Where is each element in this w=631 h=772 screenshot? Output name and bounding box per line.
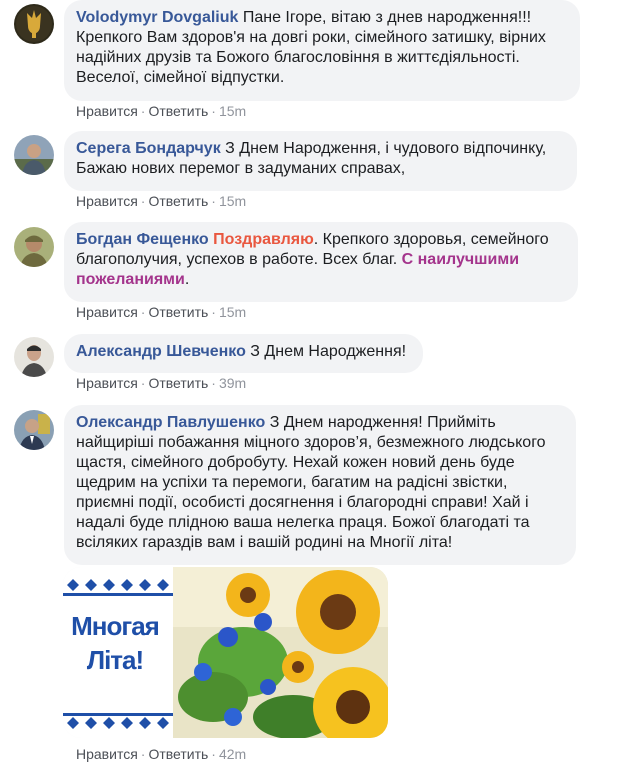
person-photo-icon <box>14 337 54 377</box>
highlighted-phrase: С наилучшими <box>401 251 520 268</box>
comment-timestamp[interactable]: 15m <box>219 193 246 209</box>
comment-text: Пане Ігоре, вітаю з днев народження!!! <box>238 9 532 26</box>
comment-text: всіляких гараздів вам і вашій родині на … <box>76 534 453 551</box>
comment-timestamp[interactable]: 15m <box>219 304 246 320</box>
separator: · <box>140 375 146 391</box>
separator: · <box>211 375 216 391</box>
comment-text: З Днем Народження, і чудового відпочинку… <box>220 140 547 157</box>
reply-link[interactable]: Ответить <box>148 193 208 209</box>
comment-text: благополучия, успехов в работе. Всех бла… <box>76 251 402 268</box>
comment-actions: Нравится · Ответить · 15m <box>76 303 246 321</box>
avatar[interactable] <box>14 410 54 450</box>
comment-actions: Нравится · Ответить · 42m <box>76 745 246 763</box>
comment-bubble: Серега Бондарчук З Днем Народження, і чу… <box>64 131 577 191</box>
card-greeting-line: Літа! <box>86 645 144 675</box>
comment-bubble: Александр Шевченко З Днем Народження! <box>64 334 423 373</box>
comment-bubble: Богдан Фещенко Поздравляю. Крепкого здор… <box>64 222 578 302</box>
card-greeting-text: Многая Літа! <box>69 609 161 677</box>
comment-actions: Нравится · Ответить · 15m <box>76 192 246 210</box>
comment-timestamp[interactable]: 15m <box>219 103 246 119</box>
comment-author[interactable]: Серега Бондарчук <box>76 140 221 157</box>
comment-text: щастя, сімейного добробуту. Нехай кожен … <box>76 454 515 471</box>
separator: · <box>211 193 216 209</box>
person-photo-icon <box>14 227 54 267</box>
comment-text: надійних друзів та Божого благословіння … <box>76 49 520 66</box>
like-link[interactable]: Нравится <box>76 193 138 209</box>
comment-actions: Нравится · Ответить · 39m <box>76 374 246 392</box>
separator: · <box>211 103 216 119</box>
like-link[interactable]: Нравится <box>76 103 138 119</box>
comment-text: приємні події, особисті досягнення і бла… <box>76 494 529 511</box>
person-photo-icon <box>14 410 54 450</box>
separator: · <box>211 746 216 762</box>
avatar[interactable] <box>14 4 54 44</box>
comment-text: щедрим на успіхи та перемоги, багатим на… <box>76 474 508 491</box>
comment-text: надалі буде плідною ваша нелегка праця. … <box>76 514 530 531</box>
avatar[interactable] <box>14 135 54 175</box>
comment-actions: Нравится · Ответить · 15m <box>76 102 246 120</box>
comment-text: . <box>184 271 190 288</box>
highlighted-word: Поздравляю <box>213 231 314 248</box>
comment-author[interactable]: Богдан Фещенко <box>76 231 209 248</box>
comment-text: З Днем народження! Прийміть <box>265 414 496 431</box>
comment-text: . Крепкого здоровья, семейного <box>313 231 549 248</box>
avatar[interactable] <box>14 337 54 377</box>
reply-link[interactable]: Ответить <box>148 304 208 320</box>
separator: · <box>211 304 216 320</box>
like-link[interactable]: Нравится <box>76 746 138 762</box>
comment-text: найщиріші побажання міцного здоров’я, бе… <box>76 434 546 451</box>
reply-link[interactable]: Ответить <box>148 746 208 762</box>
separator: · <box>140 103 146 119</box>
comment-bubble: Volodymyr Dovgaliuk Пане Ігоре, вітаю з … <box>64 0 580 101</box>
comment-author[interactable]: Александр Шевченко <box>76 343 246 360</box>
comment-text: Крепкого Вам здоров'я на довгі роки, сім… <box>76 29 546 46</box>
like-link[interactable]: Нравится <box>76 375 138 391</box>
like-link[interactable]: Нравится <box>76 304 138 320</box>
separator: · <box>140 304 146 320</box>
comment-author[interactable]: Volodymyr Dovgaliuk <box>76 9 238 26</box>
comment-text: Веселої, сімейної відпустки. <box>76 69 285 86</box>
separator: · <box>140 193 146 209</box>
comment-text: Бажаю нових перемог в задуманих справах, <box>76 160 406 177</box>
comment-timestamp[interactable]: 42m <box>219 746 246 762</box>
card-greeting-line: Многая <box>71 611 160 641</box>
comment-timestamp[interactable]: 39m <box>219 375 246 391</box>
avatar[interactable] <box>14 227 54 267</box>
comment-text: З Днем Народження! <box>245 343 407 360</box>
person-photo-icon <box>14 135 54 175</box>
comment-bubble: Олександр Павлушенко З Днем народження! … <box>64 405 576 565</box>
separator: · <box>140 746 146 762</box>
greeting-card-image[interactable]: Многая Літа! <box>63 567 388 738</box>
reply-link[interactable]: Ответить <box>148 375 208 391</box>
reply-link[interactable]: Ответить <box>148 103 208 119</box>
trident-avatar-icon <box>14 4 54 44</box>
comment-author[interactable]: Олександр Павлушенко <box>76 414 265 431</box>
highlighted-phrase: пожеланиями <box>76 271 185 288</box>
